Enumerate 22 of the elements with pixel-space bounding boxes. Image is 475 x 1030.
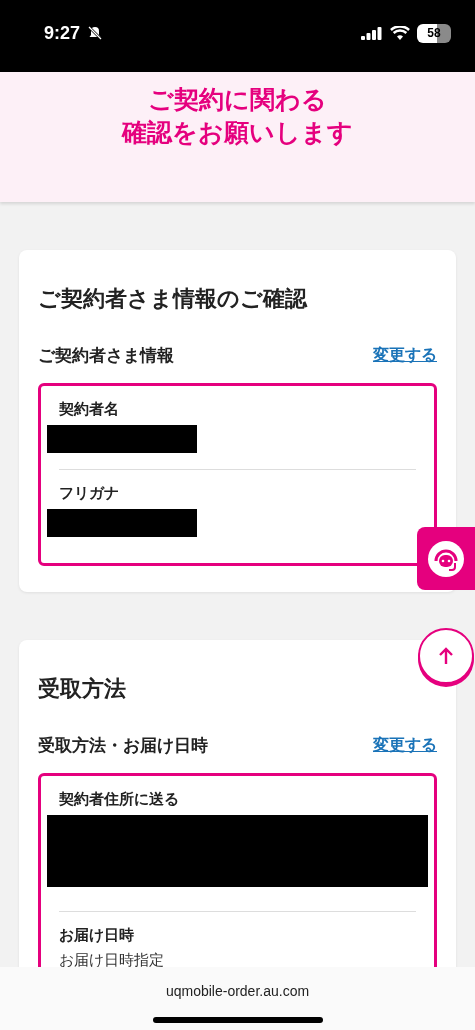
page-heading: ご契約に関わる 確認をお願いします bbox=[122, 84, 353, 149]
address-bar-url[interactable]: uqmobile-order.au.com bbox=[165, 983, 310, 999]
change-link[interactable]: 変更する bbox=[373, 345, 437, 366]
muted-bell-icon bbox=[87, 25, 104, 41]
field-label: 契約者名 bbox=[59, 400, 120, 419]
battery-icon: 58 bbox=[417, 23, 451, 43]
field-label: フリガナ bbox=[59, 484, 120, 503]
headset-operator-icon bbox=[426, 538, 466, 579]
change-link[interactable]: 変更する bbox=[373, 735, 437, 756]
subsection-title: ご契約者さま情報 bbox=[38, 344, 174, 367]
field-label: お届け日時 bbox=[59, 926, 135, 945]
clock-time: 9:27 bbox=[44, 22, 81, 44]
signal-icon bbox=[361, 26, 383, 40]
section-title: 受取方法 bbox=[38, 675, 127, 703]
section-title: ご契約者さま情報のご確認 bbox=[38, 285, 309, 313]
subsection-title: 受取方法・お届け日時 bbox=[38, 734, 208, 757]
field-label: 契約者住所に送る bbox=[59, 790, 180, 809]
up-arrow-icon bbox=[438, 647, 454, 665]
wifi-icon bbox=[390, 26, 410, 40]
scroll-top-button[interactable] bbox=[418, 628, 474, 684]
field-value: お届け日時指定 bbox=[59, 951, 165, 967]
support-chat-button[interactable] bbox=[417, 527, 475, 590]
